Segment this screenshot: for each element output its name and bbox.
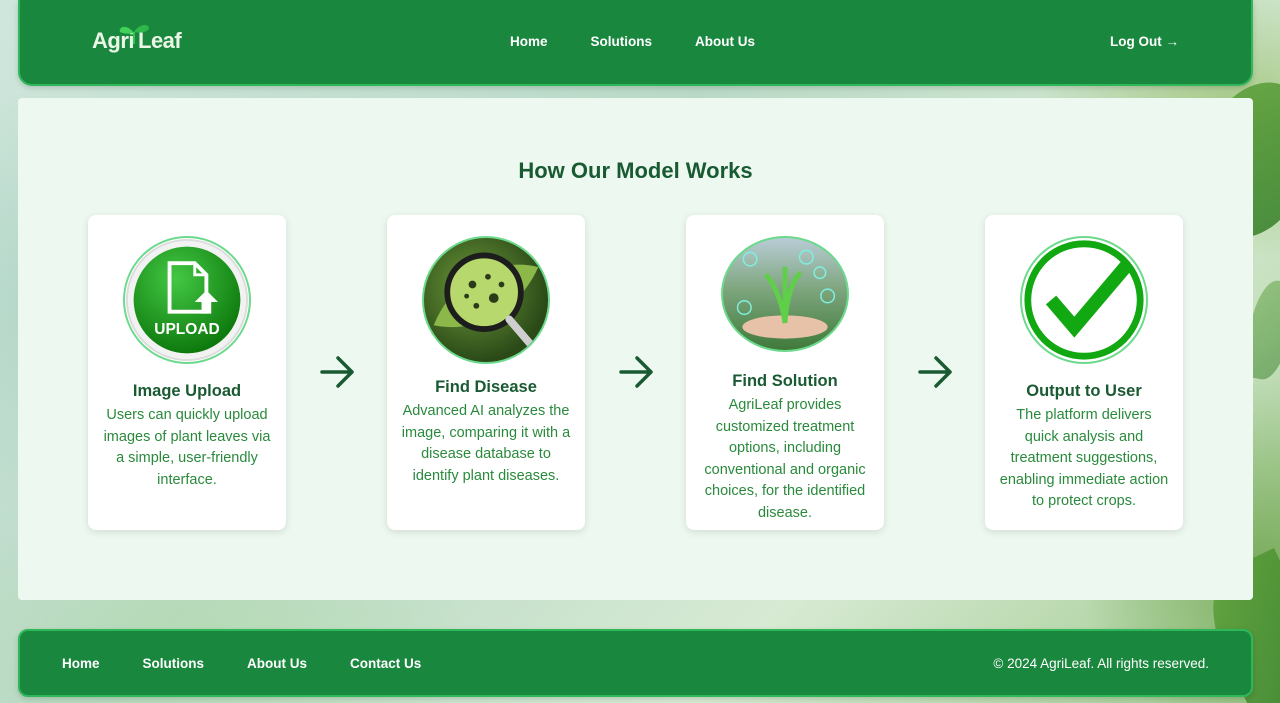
logout-link[interactable]: Log Out → [1110, 34, 1179, 49]
nav-solutions-link[interactable]: Solutions [591, 34, 653, 49]
step-description: AgriLeaf provides customized treatment o… [704, 397, 866, 521]
step-title: Output to User [1026, 382, 1142, 400]
nav-about-link[interactable]: About Us [695, 34, 755, 49]
upload-icon: UPLOAD [123, 236, 251, 364]
site-footer: Home Solutions About Us Contact Us © 202… [18, 629, 1253, 697]
footer-home-link[interactable]: Home [62, 656, 100, 671]
how-it-works-section: How Our Model Works UPLOAD Image Upload … [18, 98, 1253, 600]
footer-about-link[interactable]: About Us [247, 656, 307, 671]
step-card-find-disease: Find Disease Advanced AI analyzes the im… [387, 215, 585, 530]
section-title: How Our Model Works [518, 158, 753, 183]
step-title: Find Disease [435, 378, 537, 396]
footer-nav: Home Solutions About Us Contact Us [62, 656, 421, 671]
step-description: The platform delivers quick analysis and… [999, 407, 1169, 509]
nav-home-link[interactable]: Home [510, 34, 548, 49]
footer-contact-link[interactable]: Contact Us [350, 656, 421, 671]
step-description: Users can quickly upload images of plant… [103, 407, 271, 488]
main-nav: Home Solutions About Us [20, 34, 1251, 49]
footer-solutions-link[interactable]: Solutions [143, 656, 205, 671]
step-description: Advanced AI analyzes the image, comparin… [401, 403, 571, 484]
arrow-right-icon [918, 356, 952, 388]
checkmark-icon [1020, 236, 1148, 364]
arrow-right-icon [619, 356, 653, 388]
step-card-output: Output to User The platform delivers qui… [985, 215, 1183, 530]
arrow-right-icon [320, 356, 354, 388]
step-card-upload: UPLOAD Image Upload Users can quickly up… [88, 215, 286, 530]
sprout-in-hand-image [721, 236, 849, 352]
copyright-text: © 2024 AgriLeaf. All rights reserved. [993, 656, 1209, 671]
magnifier-leaf-image [422, 236, 550, 364]
site-header: Agri Leaf Home Solutions About Us Log Out… [18, 0, 1253, 86]
step-card-find-solution: Find Solution AgriLeaf provides customiz… [686, 215, 884, 530]
upload-icon-label: UPLOAD [154, 321, 219, 338]
step-title: Find Solution [732, 372, 838, 390]
step-title: Image Upload [132, 382, 242, 400]
